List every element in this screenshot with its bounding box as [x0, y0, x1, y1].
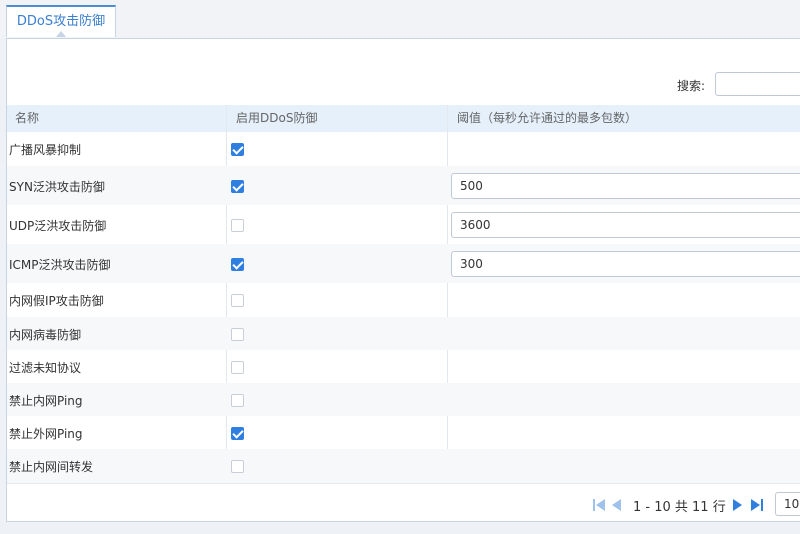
table-row: 禁止外网Ping — [7, 416, 800, 449]
header-enable: 启用DDoS防御 — [236, 111, 318, 125]
threshold-input[interactable]: 500 — [451, 172, 800, 199]
pagination: 1 - 10 共 11 行 10 — [7, 483, 800, 524]
header-name: 名称 — [15, 111, 40, 125]
enable-checkbox[interactable] — [231, 218, 244, 232]
row-name: 内网病毒防御 — [9, 327, 82, 342]
enable-checkbox[interactable] — [231, 360, 244, 374]
search-label: 搜索: — [677, 79, 706, 93]
row-name: ICMP泛洪攻击防御 — [9, 257, 111, 272]
table-row: 内网病毒防御 — [7, 317, 800, 350]
enable-checkbox[interactable] — [231, 143, 244, 156]
threshold-input[interactable]: 300 — [451, 250, 800, 277]
table-header: 名称 启用DDoS防御 阈值（每秒允许通过的最多包数） — [7, 105, 800, 132]
row-name: 禁止内网间转发 — [9, 460, 94, 474]
table-row: 禁止内网间转发 — [7, 449, 800, 483]
threshold-input[interactable]: 3600 — [451, 211, 800, 238]
table-row: UDP泛洪攻击防御 3600 — [7, 205, 800, 244]
table-row: ICMP泛洪攻击防御 300 — [7, 244, 800, 283]
table-row: 过滤未知协议 — [7, 350, 800, 383]
next-page-icon[interactable] — [733, 499, 742, 511]
first-page-icon[interactable] — [596, 499, 605, 511]
row-name: 内网假IP攻击防御 — [9, 294, 104, 308]
row-name: UDP泛洪攻击防御 — [9, 218, 107, 233]
enable-checkbox[interactable] — [231, 294, 244, 307]
tab-pointer-icon — [56, 31, 66, 37]
row-name: 广播风暴抑制 — [9, 143, 82, 157]
enable-checkbox[interactable] — [231, 327, 244, 341]
first-page-bar — [593, 499, 595, 511]
tab-label: DDoS攻击防御 — [16, 14, 106, 29]
row-name: 过滤未知协议 — [9, 360, 82, 375]
enable-checkbox[interactable] — [231, 179, 244, 193]
table-row: SYN泛洪攻击防御 500 — [7, 166, 800, 205]
pager-summary: 1 - 10 共 11 行 — [633, 500, 726, 515]
main-panel: 搜索: 名称 启用DDoS防御 阈值（每秒允许通过的最多包数） 广播风暴抑制 SY… — [6, 38, 800, 522]
tab-bar: DDoS攻击防御 — [0, 0, 800, 38]
table-row: 禁止内网Ping — [7, 383, 800, 416]
last-page-bar — [761, 499, 763, 511]
search-input[interactable] — [715, 72, 800, 96]
row-name: 禁止外网Ping — [9, 426, 83, 441]
page-size-select[interactable]: 10 — [775, 492, 800, 516]
header-threshold: 阈值（每秒允许通过的最多包数） — [457, 111, 638, 125]
table-row: 内网假IP攻击防御 — [7, 283, 800, 317]
enable-checkbox[interactable] — [231, 460, 244, 473]
row-name: SYN泛洪攻击防御 — [9, 179, 105, 194]
prev-page-icon[interactable] — [612, 499, 621, 511]
last-page-icon[interactable] — [751, 499, 760, 511]
enable-checkbox[interactable] — [231, 257, 244, 271]
enable-checkbox[interactable] — [231, 426, 244, 440]
enable-checkbox[interactable] — [231, 393, 244, 407]
table-row: 广播风暴抑制 — [7, 132, 800, 166]
row-name: 禁止内网Ping — [9, 393, 83, 408]
